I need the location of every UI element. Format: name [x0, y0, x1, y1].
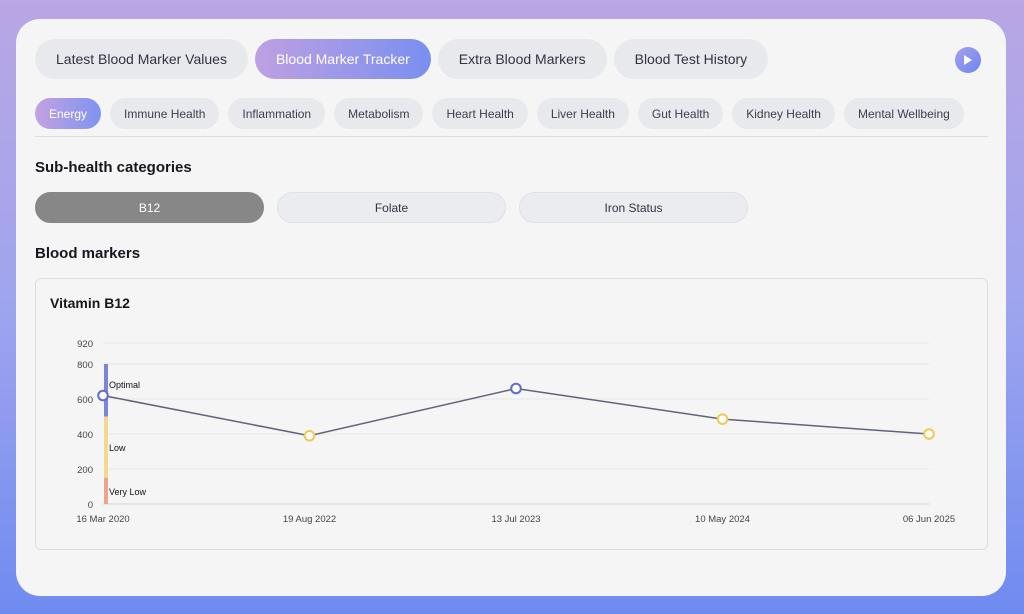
category-liver-health[interactable]: Liver Health	[536, 98, 629, 129]
main-tabs: Latest Blood Marker Values Blood Marker …	[35, 39, 769, 79]
data-point	[510, 382, 522, 395]
category-inflammation[interactable]: Inflammation	[228, 98, 326, 129]
tab-blood-marker-tracker[interactable]: Blood Marker Tracker	[254, 39, 431, 79]
y-tick-label: 920	[77, 339, 93, 350]
sub-tab-iron-status[interactable]: Iron Status	[519, 192, 748, 223]
tab-extra-blood-markers[interactable]: Extra Blood Markers	[437, 39, 607, 79]
series-line	[102, 387, 930, 437]
tab-latest-blood-marker-values[interactable]: Latest Blood Marker Values	[35, 39, 248, 79]
y-tick-label: 600	[77, 395, 93, 406]
category-metabolism[interactable]: Metabolism	[334, 98, 424, 129]
band-very-low	[104, 477, 108, 504]
y-tick-label: 200	[77, 465, 93, 476]
band-label: Low	[109, 443, 126, 453]
band-label: Very Low	[109, 487, 147, 497]
category-kidney-health[interactable]: Kidney Health	[732, 98, 835, 129]
blood-markers-title: Blood markers	[35, 245, 141, 262]
divider	[35, 136, 988, 137]
sub-health-tabs: B12 Folate Iron Status	[35, 192, 748, 223]
play-button[interactable]	[955, 47, 981, 73]
data-point	[303, 429, 316, 442]
x-tick-label: 16 Mar 2020	[76, 514, 129, 525]
chart-card: Vitamin B12 0 200 400 600 800 920 Optimal Low Ve…	[35, 278, 988, 550]
x-tick-label: 19 Aug 2022	[283, 514, 336, 525]
sub-tab-b12[interactable]: B12	[35, 192, 264, 223]
tracker-panel: Latest Blood Marker Values Blood Marker …	[16, 19, 1006, 596]
category-heart-health[interactable]: Heart Health	[432, 98, 528, 129]
category-energy[interactable]: Energy	[35, 98, 102, 129]
band-label: Optimal	[109, 380, 140, 390]
tab-blood-test-history[interactable]: Blood Test History	[613, 39, 769, 79]
category-mental-wellbeing[interactable]: Mental Wellbeing	[843, 98, 964, 129]
y-tick-label: 400	[77, 430, 93, 441]
data-point	[97, 389, 109, 402]
category-tabs: Energy Immune Health Inflammation Metabo…	[35, 98, 964, 129]
x-tick-label: 13 Jul 2023	[491, 514, 540, 525]
band-low	[104, 416, 108, 478]
y-tick-label: 0	[88, 500, 93, 511]
sub-health-title: Sub-health categories	[35, 159, 192, 176]
x-tick-label: 06 Jun 2025	[903, 514, 955, 525]
vitamin-b12-chart: 0 200 400 600 800 920 Optimal Low Very Low 16 Mar…	[76, 339, 955, 525]
sub-tab-folate[interactable]: Folate	[277, 192, 506, 223]
y-tick-label: 800	[77, 360, 93, 371]
data-point	[716, 413, 729, 425]
category-gut-health[interactable]: Gut Health	[637, 98, 724, 129]
play-icon	[964, 55, 972, 65]
data-point	[923, 428, 935, 440]
category-immune-health[interactable]: Immune Health	[110, 98, 220, 129]
x-tick-label: 10 May 2024	[695, 514, 750, 525]
